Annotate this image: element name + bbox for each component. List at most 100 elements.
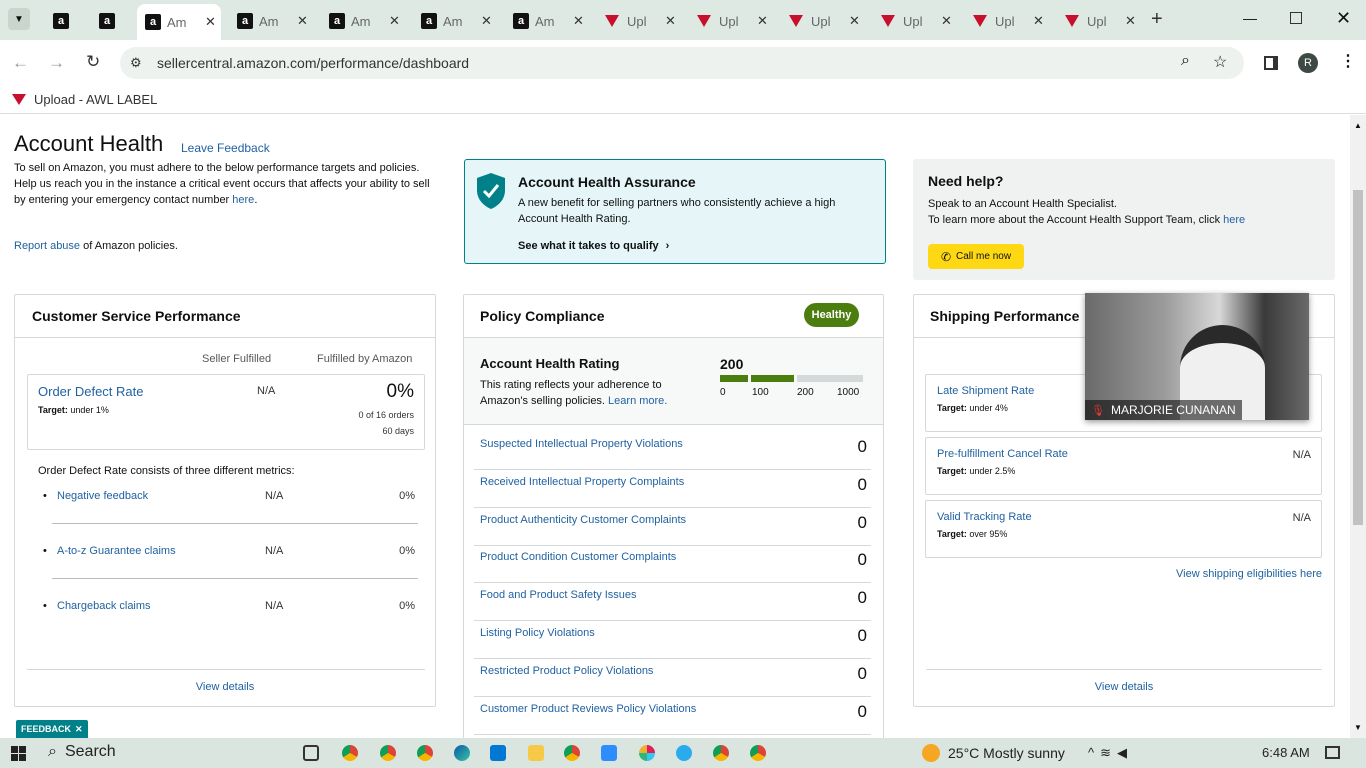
browser-tab[interactable]: Upl ✕ [597, 6, 681, 36]
bookmark-star-icon[interactable]: ☆ [1213, 52, 1227, 72]
restore-button[interactable] [1290, 12, 1302, 24]
side-panel-icon[interactable] [1264, 56, 1278, 70]
close-tab-icon[interactable]: ✕ [849, 13, 860, 29]
call-me-now-button[interactable]: ✆ Call me now [928, 244, 1024, 269]
leave-feedback-link[interactable]: Leave Feedback [181, 141, 270, 155]
need-help-line-2-text: To learn more about the Account Health S… [928, 214, 1224, 226]
browser-tab[interactable]: a [45, 6, 79, 36]
reload-button[interactable]: ↻ [86, 52, 100, 72]
taskbar-search[interactable]: ⌕ Search [48, 743, 116, 761]
system-tray[interactable]: ^≋◀ [1088, 745, 1133, 761]
zoom-app-icon[interactable] [601, 745, 617, 761]
video-call-overlay[interactable]: 🎙 MARJORIE CUNANAN [1085, 293, 1309, 420]
site-info-icon[interactable]: ⚙ [130, 55, 142, 71]
metric-link[interactable]: Chargeback claims [57, 600, 151, 612]
slack-icon[interactable] [639, 745, 655, 761]
ahr-learn-more-link[interactable]: Learn more. [608, 395, 667, 407]
browser-tab[interactable]: a Am ✕ [505, 6, 589, 36]
shipping-metric-value: N/A [1292, 512, 1311, 524]
telegram-icon[interactable] [676, 745, 692, 761]
emergency-contact-link[interactable]: here [232, 194, 254, 206]
assurance-text: A new benefit for selling partners who c… [518, 197, 836, 225]
bookmark-label: Upload - AWL LABEL [34, 92, 158, 107]
close-tab-icon[interactable]: ✕ [297, 13, 308, 29]
minimize-button[interactable]: — [1243, 10, 1257, 26]
shipping-metric-link[interactable]: Late Shipment Rate [937, 385, 1034, 397]
chrome-icon[interactable] [417, 745, 433, 761]
order-defect-rate-link[interactable]: Order Defect Rate [38, 384, 144, 399]
ahr-title: Account Health Rating [480, 356, 620, 371]
feedback-tab[interactable]: FEEDBACK ✕ [16, 720, 88, 738]
scroll-down-arrow[interactable]: ▼ [1354, 723, 1362, 732]
close-window-button[interactable]: ✕ [1336, 8, 1351, 29]
policy-item-link[interactable]: Suspected Intellectual Property Violatio… [480, 438, 683, 450]
policy-item-link[interactable]: Received Intellectual Property Complaint… [480, 476, 684, 488]
close-tab-icon[interactable]: ✕ [665, 13, 676, 29]
browser-tab[interactable]: Upl ✕ [873, 6, 957, 36]
close-tab-icon[interactable]: ✕ [205, 14, 216, 30]
shipping-metric-link[interactable]: Valid Tracking Rate [937, 511, 1032, 523]
shipping-metric-target: Target: over 95% [937, 529, 1007, 539]
scroll-up-arrow[interactable]: ▲ [1354, 121, 1362, 130]
edge-icon[interactable] [454, 745, 470, 761]
report-abuse-link[interactable]: Report abuse [14, 240, 80, 252]
shipping-metric-link[interactable]: Pre-fulfillment Cancel Rate [937, 448, 1068, 460]
awl-icon [789, 15, 803, 27]
policy-item-link[interactable]: Food and Product Safety Issues [480, 589, 637, 601]
policy-item-link[interactable]: Restricted Product Policy Violations [480, 665, 653, 677]
browser-tab[interactable]: Upl ✕ [689, 6, 773, 36]
browser-tab[interactable]: a Am ✕ [137, 4, 221, 40]
shipping-eligibility-link[interactable]: View shipping eligibilities here [1176, 568, 1322, 580]
close-tab-icon[interactable]: ✕ [941, 13, 952, 29]
zoom-icon[interactable]: ⌕ [1181, 52, 1190, 70]
browser-tab[interactable]: a [91, 6, 125, 36]
bookmark-awl-label[interactable]: Upload - AWL LABEL [12, 92, 157, 107]
task-view-icon[interactable] [303, 745, 319, 761]
close-icon[interactable]: ✕ [75, 724, 83, 735]
browser-tab[interactable]: a Am ✕ [413, 6, 497, 36]
metric-link[interactable]: Negative feedback [57, 490, 148, 502]
windows-taskbar: ⌕ Search 25°C Mostly sunny ^≋◀ 6:48 AM [0, 738, 1366, 768]
menu-icon[interactable]: ⋮ [1340, 51, 1356, 71]
close-tab-icon[interactable]: ✕ [389, 13, 400, 29]
notification-icon[interactable] [1325, 746, 1340, 759]
policy-item-link[interactable]: Listing Policy Violations [480, 627, 595, 639]
chrome-icon[interactable] [380, 745, 396, 761]
back-button[interactable]: ← [12, 53, 29, 73]
chrome-icon[interactable] [564, 745, 580, 761]
new-tab-button[interactable]: + [1151, 8, 1163, 31]
address-bar[interactable]: ⚙ sellercentral.amazon.com/performance/d… [120, 47, 1244, 79]
forward-button[interactable]: → [48, 53, 65, 73]
browser-tab[interactable]: Upl ✕ [965, 6, 1049, 36]
close-tab-icon[interactable]: ✕ [481, 13, 492, 29]
tab-search-button[interactable]: ▼ [8, 8, 30, 30]
chrome-icon[interactable] [750, 745, 766, 761]
shipping-view-details-link[interactable]: View details [914, 681, 1334, 693]
browser-tab[interactable]: a Am ✕ [229, 6, 313, 36]
file-explorer-icon[interactable] [528, 745, 544, 761]
policy-item-link[interactable]: Product Authenticity Customer Complaints [480, 514, 686, 526]
scrollbar-thumb[interactable] [1353, 190, 1363, 525]
browser-tab[interactable]: Upl ✕ [781, 6, 865, 36]
close-tab-icon[interactable]: ✕ [1125, 13, 1136, 29]
policy-item-link[interactable]: Customer Product Reviews Policy Violatio… [480, 703, 696, 715]
policy-item-link[interactable]: Product Condition Customer Complaints [480, 551, 676, 563]
avatar[interactable]: R [1298, 53, 1318, 73]
qualify-link[interactable]: See what it takes to qualify › [518, 240, 669, 252]
support-team-link[interactable]: here [1223, 214, 1245, 226]
metric-link[interactable]: A-to-z Guarantee claims [57, 545, 176, 557]
close-tab-icon[interactable]: ✕ [1033, 13, 1044, 29]
weather-widget[interactable]: 25°C Mostly sunny [922, 744, 1065, 762]
page-scrollbar[interactable]: ▲ ▼ [1350, 115, 1366, 738]
close-tab-icon[interactable]: ✕ [757, 13, 768, 29]
policy-item-count: 0 [857, 663, 867, 683]
chrome-icon[interactable] [713, 745, 729, 761]
browser-tab[interactable]: Upl ✕ [1057, 6, 1141, 36]
store-icon[interactable] [490, 745, 506, 761]
csp-view-details-link[interactable]: View details [15, 681, 435, 693]
close-tab-icon[interactable]: ✕ [573, 13, 584, 29]
clock[interactable]: 6:48 AM [1262, 745, 1310, 760]
chrome-icon[interactable] [342, 745, 358, 761]
windows-start-icon[interactable] [11, 746, 26, 761]
browser-tab[interactable]: a Am ✕ [321, 6, 405, 36]
